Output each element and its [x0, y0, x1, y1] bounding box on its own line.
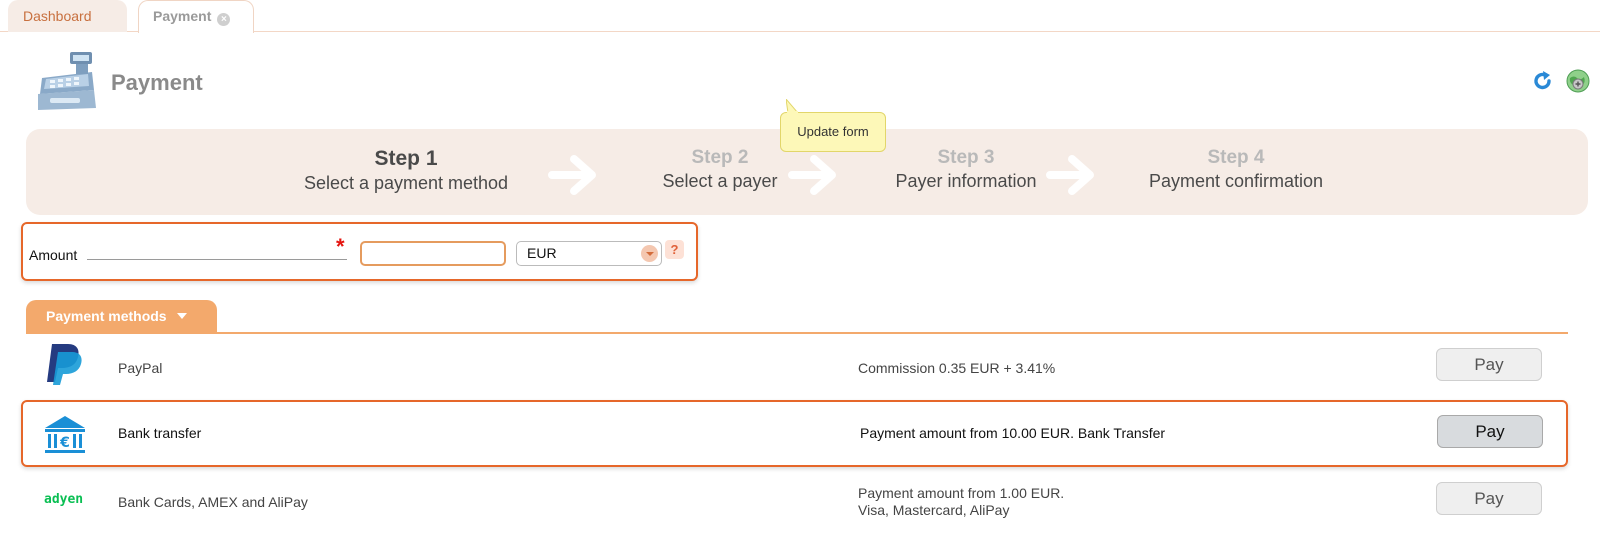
payment-method-row-adyen: adyen Bank Cards, AMEX and AliPay Paymen… [26, 470, 1566, 536]
commission-line: Payment amount from 10.00 EUR. Bank Tran… [860, 425, 1166, 441]
update-form-tooltip: Update form [780, 112, 886, 152]
page-title: Payment [111, 70, 203, 95]
divider [26, 332, 1568, 334]
payment-methods-tab[interactable]: Payment methods [26, 300, 217, 333]
currency-select[interactable]: EUR [516, 241, 662, 266]
caret-down-icon [176, 313, 187, 319]
tab-bar: Dashboard Payment × [0, 0, 1600, 33]
help-icon[interactable]: ? [665, 240, 684, 259]
refresh-icon[interactable] [1532, 70, 1554, 92]
payment-method-name: Bank transfer [118, 425, 202, 441]
payment-method-name: Bank Cards, AMEX and AliPay [118, 494, 308, 510]
required-marker: * [336, 234, 345, 259]
amount-label: Amount [29, 247, 78, 263]
payment-method-commission: Commission 0.35 EUR + 3.41% [858, 360, 1055, 377]
payment-method-commission: Payment amount from 1.00 EUR. Visa, Mast… [858, 485, 1064, 519]
pay-button-adyen[interactable]: Pay [1436, 482, 1542, 515]
payment-method-name: PayPal [118, 360, 163, 376]
currency-value: EUR [527, 245, 557, 261]
tab-payment[interactable]: Payment × [138, 0, 254, 33]
step-4: Step 4 Payment confirmation [1106, 147, 1366, 192]
pay-button-paypal[interactable]: Pay [1436, 348, 1542, 381]
svg-text:€: € [59, 435, 70, 451]
step-arrow-icon [548, 155, 596, 195]
pay-button-bank-transfer[interactable]: Pay [1437, 415, 1543, 448]
tab-dashboard[interactable]: Dashboard [8, 0, 127, 32]
commission-line: Payment amount from 1.00 EUR. [858, 485, 1065, 501]
payment-method-row-paypal: PayPal Commission 0.35 EUR + 3.41% Pay [26, 336, 1566, 402]
step-arrow-icon [1046, 155, 1094, 195]
step-number: Step 1 [374, 147, 438, 170]
step-arrow-icon [788, 155, 836, 195]
bank-transfer-icon: € [45, 416, 85, 453]
payment-method-row-bank-transfer: € Bank transfer Payment amount from 10.0… [21, 400, 1568, 467]
tab-dashboard-label: Dashboard [23, 8, 92, 24]
amount-field-row: Amount * EUR ? [21, 222, 698, 281]
chevron-down-icon[interactable] [641, 245, 658, 262]
tooltip-tail [786, 99, 798, 113]
cash-register-icon [38, 52, 96, 110]
globe-icon[interactable] [1566, 69, 1590, 93]
amount-input[interactable] [360, 241, 506, 266]
step-1: Step 1 Select a payment method [256, 147, 556, 194]
adyen-logo: adyen [44, 492, 84, 507]
commission-line: Commission 0.35 EUR + 3.41% [858, 360, 1056, 376]
paypal-icon [47, 344, 82, 385]
payment-method-commission: Payment amount from 10.00 EUR. Bank Tran… [860, 425, 1165, 442]
label-leader-line [87, 259, 347, 260]
step-number: Step 4 [1207, 147, 1265, 168]
close-tab-icon[interactable]: × [217, 13, 231, 26]
tab-payment-label: Payment [153, 8, 212, 24]
step-label: Payment confirmation [1148, 171, 1324, 191]
payment-methods-label: Payment methods [46, 308, 167, 324]
step-label: Select a payment method [303, 173, 509, 193]
commission-line: Visa, Mastercard, AliPay [858, 502, 1010, 518]
